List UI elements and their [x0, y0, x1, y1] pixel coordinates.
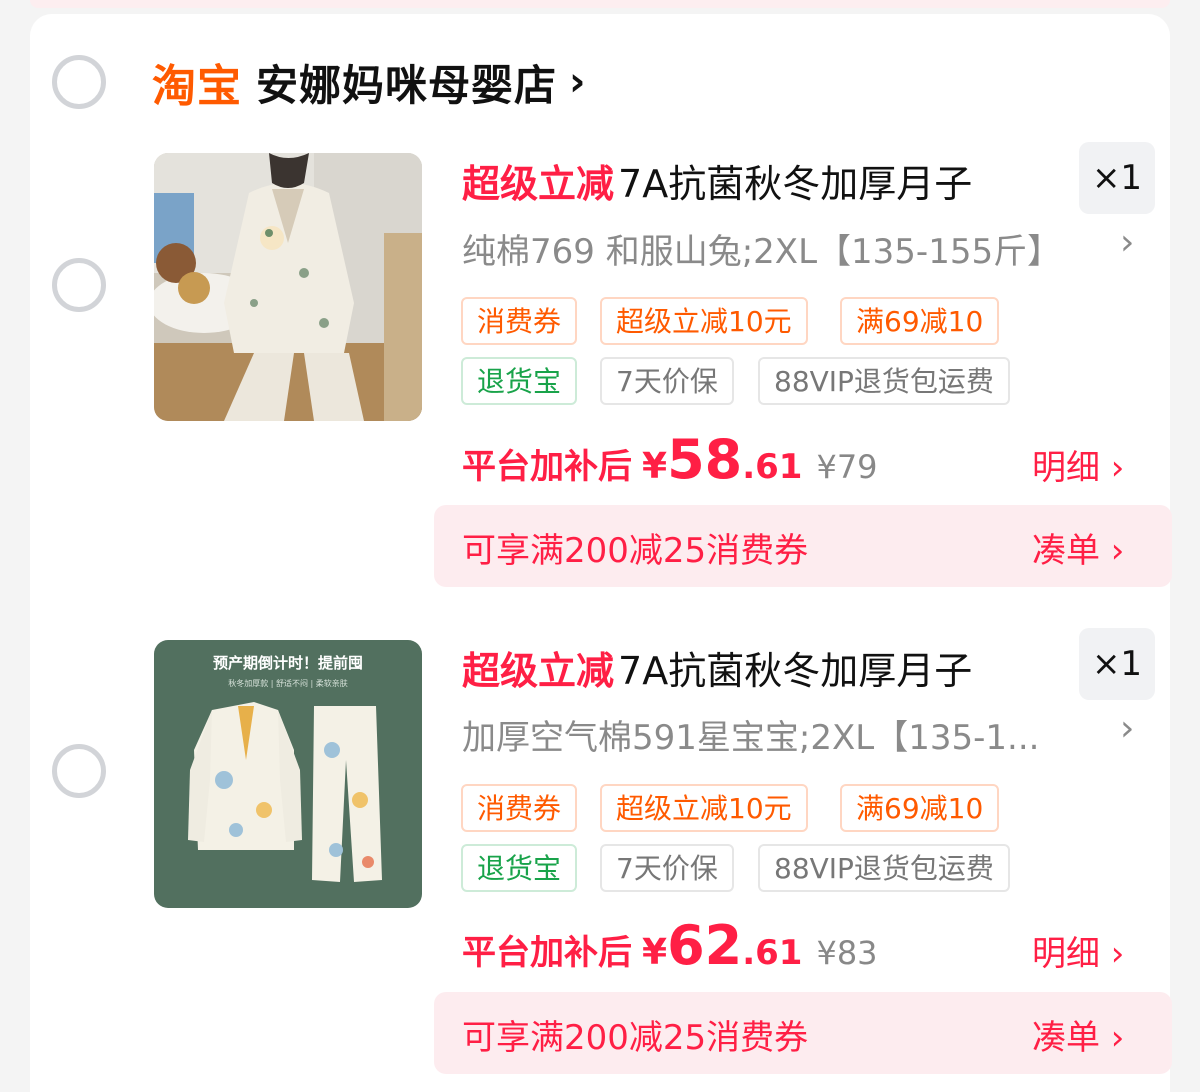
- price-detail-link[interactable]: 明细 ›: [1032, 926, 1124, 976]
- coupon-text: 可享满200减25消费券: [462, 531, 809, 571]
- chevron-right-icon: ›: [569, 59, 586, 105]
- currency-symbol: ¥: [642, 932, 668, 973]
- product-image[interactable]: [154, 153, 422, 421]
- price-decimal: .61: [742, 933, 803, 973]
- shop-header[interactable]: 淘宝 安娜妈咪母婴店 ›: [152, 52, 586, 112]
- original-price: ¥83: [816, 934, 878, 972]
- instant-discount-tag: 超级立减10元: [600, 297, 808, 345]
- price-decimal: .61: [742, 447, 803, 487]
- taobao-logo: 淘宝: [152, 61, 242, 112]
- item-select-radio[interactable]: [52, 258, 106, 312]
- price-row: 平台加补后 ¥ 58 .61 ¥79: [462, 428, 878, 491]
- vip-return-shipping-tag: 88VIP退货包运费: [758, 844, 1010, 892]
- original-price: ¥79: [816, 448, 878, 486]
- coupon-tag: 消费券: [461, 784, 578, 832]
- add-on-button[interactable]: 凑单 ›: [1032, 1010, 1124, 1059]
- threshold-discount-tag: 满69减10: [840, 784, 1000, 832]
- sku-selector[interactable]: 纯棉769 和服山兔;2XL【135-155斤】: [462, 224, 1122, 272]
- quantity-stepper[interactable]: ×1: [1079, 142, 1155, 214]
- coupon-tag: 消费券: [461, 297, 578, 345]
- price-protect-tag: 7天价保: [600, 357, 734, 405]
- image-caption: 预产期倒计时！提前囤: [213, 654, 363, 672]
- currency-symbol: ¥: [642, 446, 668, 487]
- price-protect-tag: 7天价保: [600, 844, 734, 892]
- pajama-product-icon: 预产期倒计时！提前囤 秋冬加厚款 | 舒适不闷 | 柔软亲肤: [154, 640, 422, 908]
- pajama-photo-icon: [154, 153, 422, 421]
- shop-select-radio[interactable]: [52, 55, 106, 109]
- previous-card-edge: [30, 0, 1170, 8]
- sku-selector[interactable]: 加厚空气棉591星宝宝;2XL【135-1...: [462, 710, 1122, 758]
- product-title[interactable]: 超级立减 7A抗菌秋冬加厚月子: [462, 640, 1062, 694]
- price-detail-link[interactable]: 明细 ›: [1032, 440, 1124, 490]
- price-integer: 58: [667, 428, 743, 491]
- image-subcaption: 秋冬加厚款 | 舒适不闷 | 柔软亲肤: [228, 678, 348, 688]
- product-image[interactable]: 预产期倒计时！提前囤 秋冬加厚款 | 舒适不闷 | 柔软亲肤: [154, 640, 422, 908]
- coupon-bar[interactable]: 可享满200减25消费券 凑单 ›: [434, 992, 1172, 1074]
- title-text: 7A抗菌秋冬加厚月子: [618, 649, 973, 693]
- coupon-text: 可享满200减25消费券: [462, 1018, 809, 1058]
- vip-return-shipping-tag: 88VIP退货包运费: [758, 357, 1010, 405]
- threshold-discount-tag: 满69减10: [840, 297, 1000, 345]
- chevron-right-icon[interactable]: ›: [1120, 708, 1134, 749]
- title-text: 7A抗菌秋冬加厚月子: [618, 162, 973, 206]
- promo-tag: 超级立减: [462, 649, 615, 693]
- chevron-right-icon[interactable]: ›: [1120, 222, 1134, 263]
- return-insurance-tag: 退货宝: [461, 357, 578, 405]
- promo-tag: 超级立减: [462, 162, 615, 206]
- price-label: 平台加补后: [462, 933, 632, 973]
- price-integer: 62: [667, 914, 743, 977]
- price-label: 平台加补后: [462, 447, 632, 487]
- shop-name: 安娜妈咪母婴店: [256, 60, 558, 110]
- item-select-radio[interactable]: [52, 744, 106, 798]
- return-insurance-tag: 退货宝: [461, 844, 578, 892]
- instant-discount-tag: 超级立减10元: [600, 784, 808, 832]
- price-row: 平台加补后 ¥ 62 .61 ¥83: [462, 914, 878, 977]
- coupon-bar[interactable]: 可享满200减25消费券 凑单 ›: [434, 505, 1172, 587]
- product-title[interactable]: 超级立减 7A抗菌秋冬加厚月子: [462, 153, 1062, 207]
- quantity-stepper[interactable]: ×1: [1079, 628, 1155, 700]
- add-on-button[interactable]: 凑单 ›: [1032, 523, 1124, 572]
